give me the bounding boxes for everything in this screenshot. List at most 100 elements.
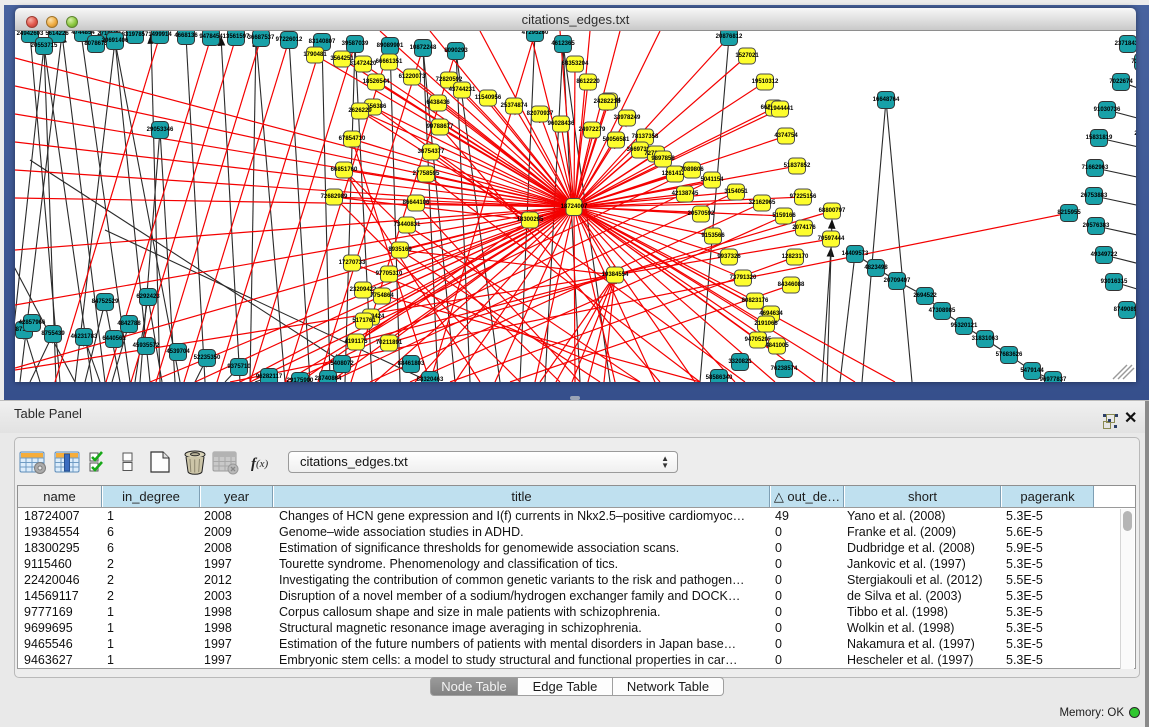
svg-text:96028436: 96028436 — [548, 121, 575, 127]
svg-text:97705310: 97705310 — [376, 271, 403, 277]
svg-text:1527021: 1527021 — [735, 53, 759, 59]
svg-text:24942603: 24942603 — [17, 31, 44, 37]
svg-text:66851760: 66851760 — [331, 167, 358, 173]
svg-text:96282117: 96282117 — [256, 374, 283, 380]
svg-text:15831819: 15831819 — [1086, 135, 1113, 141]
svg-text:10872248: 10872248 — [410, 45, 437, 51]
svg-text:29053346: 29053346 — [147, 127, 174, 133]
svg-text:76238574: 76238574 — [771, 366, 798, 372]
svg-text:42857966: 42857966 — [19, 320, 46, 326]
svg-text:83140807: 83140807 — [309, 39, 336, 45]
svg-text:73440831: 73440831 — [394, 222, 421, 228]
svg-text:20570592: 20570592 — [688, 211, 715, 217]
svg-text:4191175: 4191175 — [344, 339, 368, 345]
svg-text:26753883: 26753883 — [1081, 193, 1108, 199]
svg-text:58586340: 58586340 — [706, 375, 733, 381]
svg-text:47308985: 47308985 — [929, 308, 956, 314]
svg-text:46231783: 46231783 — [71, 334, 98, 340]
svg-text:88461803: 88461803 — [398, 361, 425, 367]
svg-text:2074176: 2074176 — [792, 225, 816, 231]
svg-text:33978249: 33978249 — [614, 115, 641, 121]
svg-text:43744231: 43744231 — [449, 87, 476, 93]
svg-text:12823170: 12823170 — [782, 254, 809, 260]
svg-text:5408072: 5408072 — [330, 361, 354, 367]
svg-text:9937326: 9937326 — [717, 254, 741, 260]
svg-text:68353204: 68353204 — [562, 61, 589, 67]
svg-text:68800797: 68800797 — [819, 208, 846, 214]
svg-text:61220073: 61220073 — [399, 74, 426, 80]
svg-text:4842788: 4842788 — [117, 321, 141, 327]
svg-text:18300295: 18300295 — [517, 217, 544, 223]
svg-text:29175900: 29175900 — [287, 378, 314, 382]
svg-text:7374122: 7374122 — [1131, 59, 1136, 65]
svg-text:89089901: 89089901 — [377, 43, 404, 49]
svg-text:84752529: 84752529 — [92, 299, 119, 305]
svg-text:96977837: 96977837 — [1040, 377, 1067, 382]
svg-text:16648764: 16648764 — [873, 97, 900, 103]
svg-text:6292423: 6292423 — [136, 294, 160, 300]
svg-text:31831063: 31831063 — [972, 336, 999, 342]
svg-text:70597444: 70597444 — [818, 236, 845, 242]
svg-text:24972279: 24972279 — [579, 127, 606, 133]
svg-text:66661351: 66661351 — [376, 59, 403, 65]
svg-text:24282218: 24282218 — [594, 99, 621, 105]
svg-text:42138745: 42138745 — [672, 191, 699, 197]
svg-text:9375710: 9375710 — [227, 364, 251, 370]
svg-text:13561597: 13561597 — [223, 34, 250, 40]
svg-text:18526544: 18526544 — [363, 79, 390, 85]
svg-text:4612365: 4612365 — [551, 41, 575, 47]
svg-text:5479144: 5479144 — [1020, 368, 1044, 374]
svg-text:1499914: 1499914 — [148, 32, 172, 38]
svg-text:5041154: 5041154 — [700, 177, 724, 183]
svg-text:3320821: 3320821 — [728, 359, 752, 365]
svg-text:82070937: 82070937 — [527, 111, 554, 117]
svg-text:57683626: 57683626 — [996, 352, 1023, 358]
svg-text:20876812: 20876812 — [716, 34, 743, 40]
svg-text:20553715: 20553715 — [31, 43, 58, 49]
svg-text:28740864: 28740864 — [315, 376, 342, 382]
svg-text:6438436: 6438436 — [426, 100, 450, 106]
svg-text:70211891: 70211891 — [376, 340, 403, 346]
svg-text:3154051: 3154051 — [724, 189, 748, 195]
svg-text:4823498: 4823498 — [864, 265, 888, 271]
svg-text:4841005: 4841005 — [765, 343, 789, 349]
svg-text:(x): (x) — [256, 458, 269, 470]
svg-text:91030736: 91030736 — [1094, 107, 1121, 113]
svg-text:93016315: 93016315 — [1101, 279, 1128, 285]
svg-text:9478454: 9478454 — [199, 34, 223, 40]
svg-text:36687537: 36687537 — [248, 35, 275, 41]
svg-text:67854710: 67854710 — [339, 136, 366, 142]
svg-text:73791320: 73791320 — [730, 275, 757, 281]
svg-text:97226012: 97226012 — [276, 37, 303, 43]
svg-text:27758595: 27758595 — [413, 171, 440, 177]
svg-text:7754864: 7754864 — [370, 293, 394, 299]
svg-text:51837852: 51837852 — [784, 163, 811, 169]
svg-text:8215955: 8215955 — [1057, 210, 1081, 216]
svg-text:78137358: 78137358 — [632, 134, 659, 140]
svg-text:2694522: 2694522 — [913, 293, 937, 299]
svg-text:86644106: 86644106 — [403, 200, 430, 206]
svg-text:7022674: 7022674 — [1109, 79, 1133, 85]
svg-text:5171761: 5171761 — [352, 318, 376, 324]
svg-text:19384554: 19384554 — [602, 272, 629, 278]
svg-text:20691406: 20691406 — [102, 38, 129, 44]
svg-text:88320463: 88320463 — [417, 377, 444, 382]
svg-text:23718431: 23718431 — [1115, 41, 1136, 47]
svg-text:9153566: 9153566 — [701, 233, 725, 239]
svg-text:20709497: 20709497 — [884, 278, 911, 284]
svg-text:47295260: 47295260 — [522, 31, 549, 36]
svg-text:72682989: 72682989 — [321, 194, 348, 200]
svg-text:49349722: 49349722 — [1091, 252, 1118, 258]
svg-text:80823176: 80823176 — [742, 298, 769, 304]
svg-text:41944441: 41944441 — [767, 106, 794, 112]
svg-text:2191066: 2191066 — [754, 321, 778, 327]
svg-text:4539704: 4539704 — [166, 349, 190, 355]
svg-text:5159166: 5159166 — [772, 213, 796, 219]
svg-text:5614226: 5614226 — [45, 31, 69, 37]
svg-text:4668136: 4668136 — [174, 33, 198, 39]
svg-text:38754377: 38754377 — [418, 149, 445, 155]
svg-text:20576383: 20576383 — [1083, 223, 1110, 229]
svg-text:2626229: 2626229 — [348, 108, 372, 114]
svg-text:18724007: 18724007 — [561, 204, 588, 210]
svg-text:11540956: 11540956 — [475, 95, 502, 101]
